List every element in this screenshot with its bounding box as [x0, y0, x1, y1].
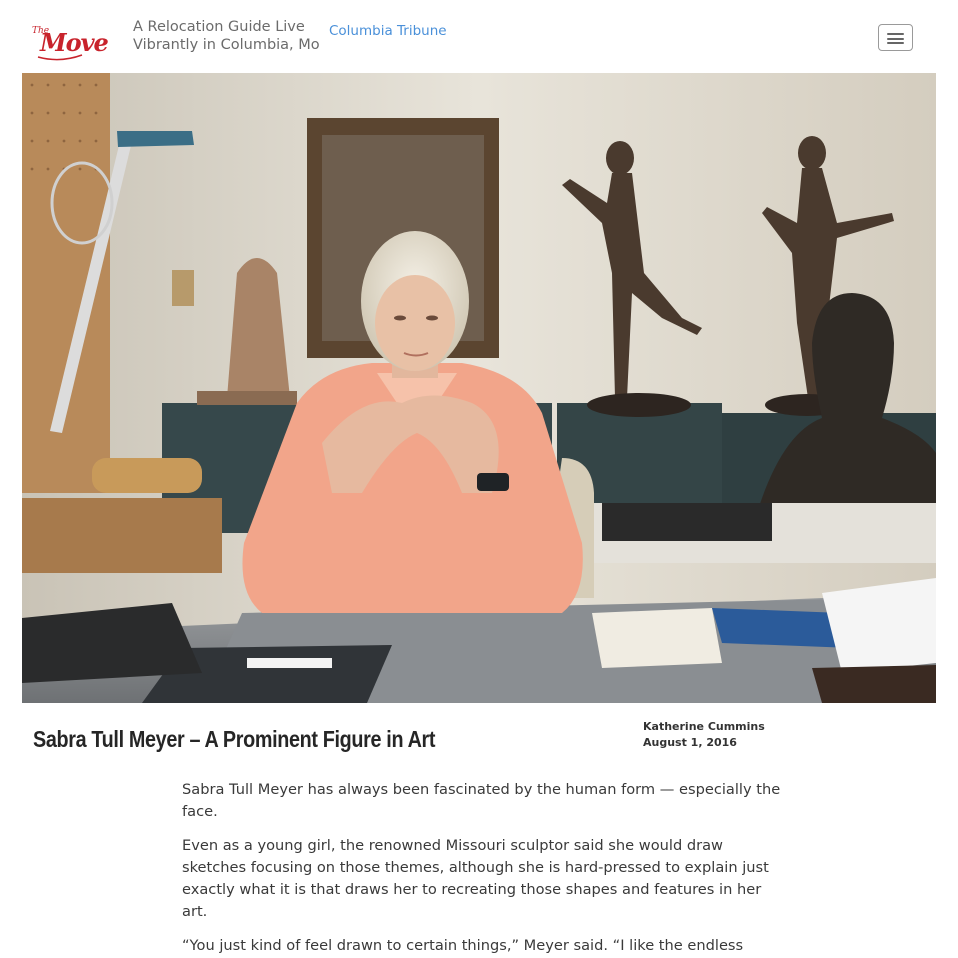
- tagline-line-2: Vibrantly in Columbia, Mo: [133, 37, 320, 53]
- site-tagline: A Relocation Guide Live Vibrantly in Col…: [133, 18, 323, 54]
- article-paragraph: “You just kind of feel drawn to certain …: [182, 937, 744, 954]
- menu-toggle-button[interactable]: [878, 24, 913, 51]
- columbia-tribune-link[interactable]: Columbia Tribune: [329, 23, 447, 39]
- hero-photo: [22, 73, 936, 703]
- tagline-line-1: A Relocation Guide Live: [133, 19, 305, 35]
- publish-date: August 1, 2016: [643, 736, 737, 749]
- article-paragraph: Even as a young girl, the renowned Misso…: [182, 837, 769, 920]
- article-title: Sabra Tull Meyer – A Prominent Figure in…: [33, 726, 436, 752]
- article-body: Sabra Tull Meyer has always been fascina…: [182, 779, 782, 958]
- the-move-logo[interactable]: The Move: [30, 17, 114, 65]
- article-paragraph: Sabra Tull Meyer has always been fascina…: [182, 781, 781, 820]
- studio-photo-illustration: [22, 73, 936, 703]
- site-header: The Move A Relocation Guide Live Vibrant…: [0, 0, 958, 72]
- author-name[interactable]: Katherine Cummins: [643, 719, 765, 735]
- svg-text:Move: Move: [39, 28, 109, 57]
- article-byline: Katherine Cummins August 1, 2016: [643, 719, 765, 751]
